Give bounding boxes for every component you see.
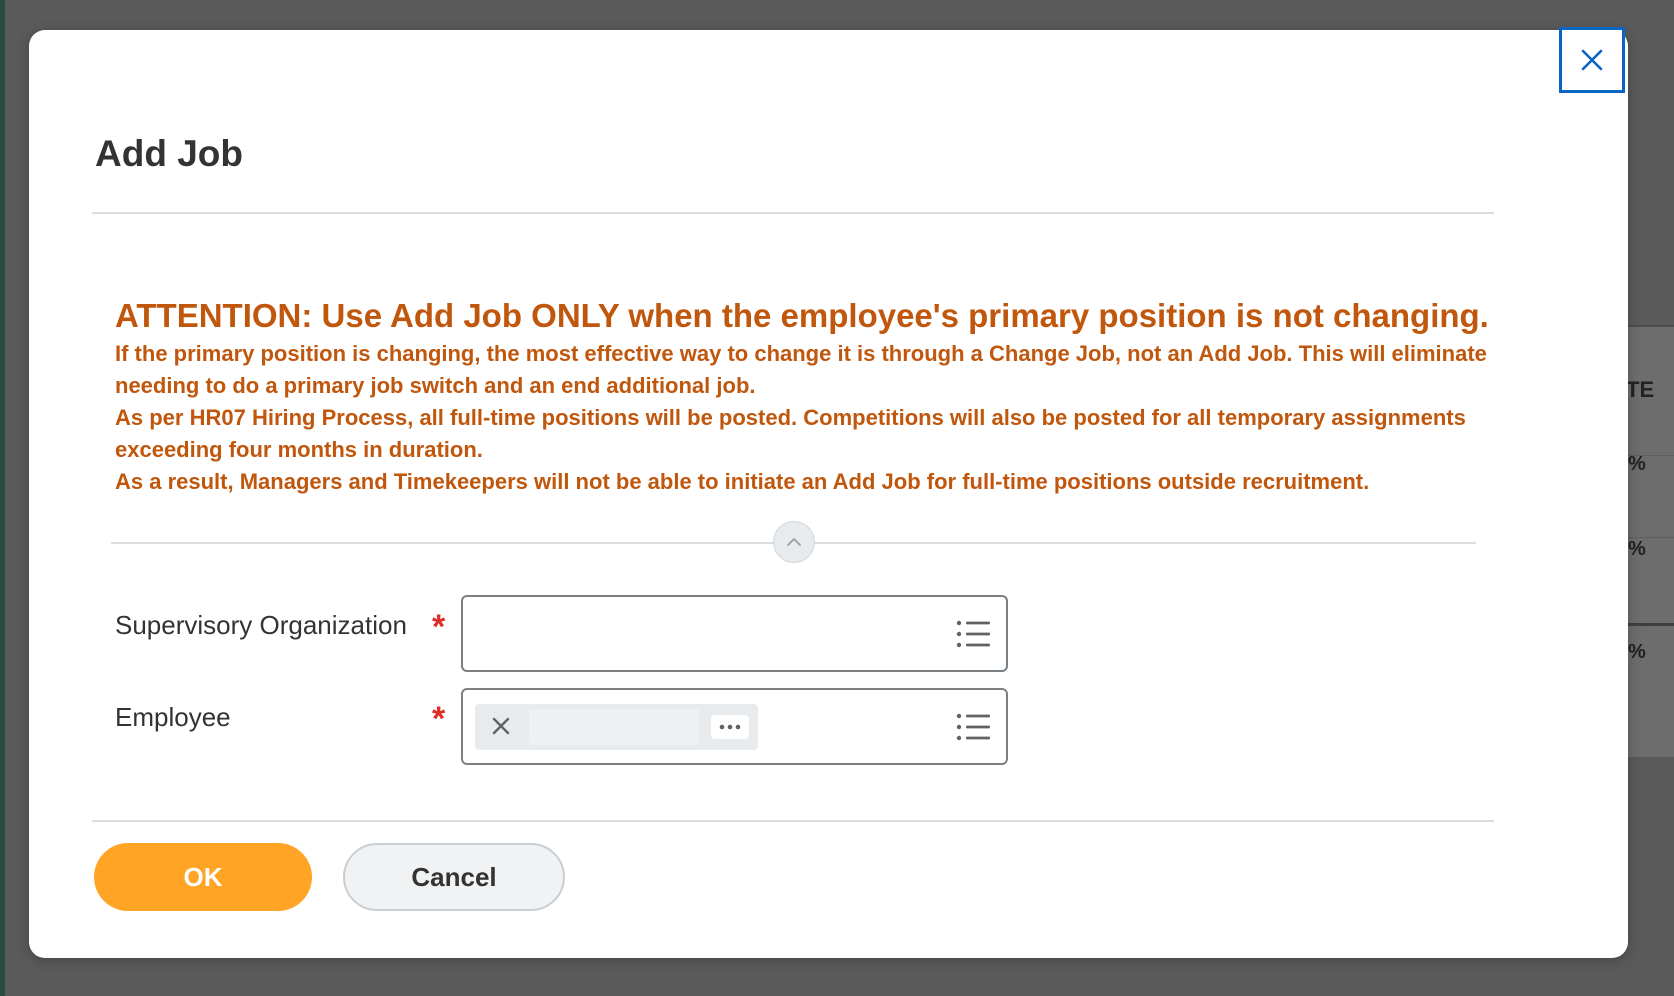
attention-line: As per HR07 Hiring Process, all full-tim…	[115, 405, 1466, 462]
background-app-edge	[0, 0, 5, 996]
list-icon[interactable]	[956, 712, 990, 742]
more-options-button[interactable]	[711, 715, 749, 739]
header-divider	[92, 212, 1494, 214]
chevron-up-icon	[787, 537, 801, 546]
footer-divider	[92, 820, 1494, 822]
background-table-cell: %	[1628, 641, 1646, 663]
ellipsis-icon	[719, 724, 741, 730]
supervisory-organization-field[interactable]	[461, 595, 1008, 672]
cancel-button[interactable]: Cancel	[343, 843, 565, 911]
background-table-header: TE	[1626, 377, 1655, 402]
close-icon[interactable]	[491, 716, 511, 736]
selected-employee-value	[529, 709, 699, 745]
close-icon	[1581, 49, 1603, 71]
list-icon[interactable]	[956, 619, 990, 649]
add-job-dialog: Add Job ATTENTION: Use Add Job ONLY when…	[29, 27, 1628, 958]
background-table-cell: %	[1628, 453, 1646, 475]
collapse-section-button[interactable]	[773, 521, 815, 563]
selected-employee-pill	[475, 704, 758, 750]
required-marker: *	[432, 608, 446, 646]
attention-line: If the primary position is changing, the…	[115, 341, 1487, 398]
attention-heading: ATTENTION: Use Add Job ONLY when the emp…	[115, 297, 1489, 334]
supervisory-organization-label: Supervisory Organization	[115, 610, 407, 640]
ok-button[interactable]: OK	[94, 843, 312, 911]
dialog-title: Add Job	[95, 133, 243, 174]
attention-notice: ATTENTION: Use Add Job ONLY when the emp…	[115, 294, 1515, 498]
background-table-cell: %	[1628, 538, 1646, 560]
employee-label: Employee	[115, 702, 231, 732]
attention-line: As a result, Managers and Timekeepers wi…	[115, 469, 1370, 494]
employee-field[interactable]	[461, 688, 1008, 765]
required-marker: *	[432, 700, 446, 738]
close-button[interactable]	[1559, 27, 1625, 93]
